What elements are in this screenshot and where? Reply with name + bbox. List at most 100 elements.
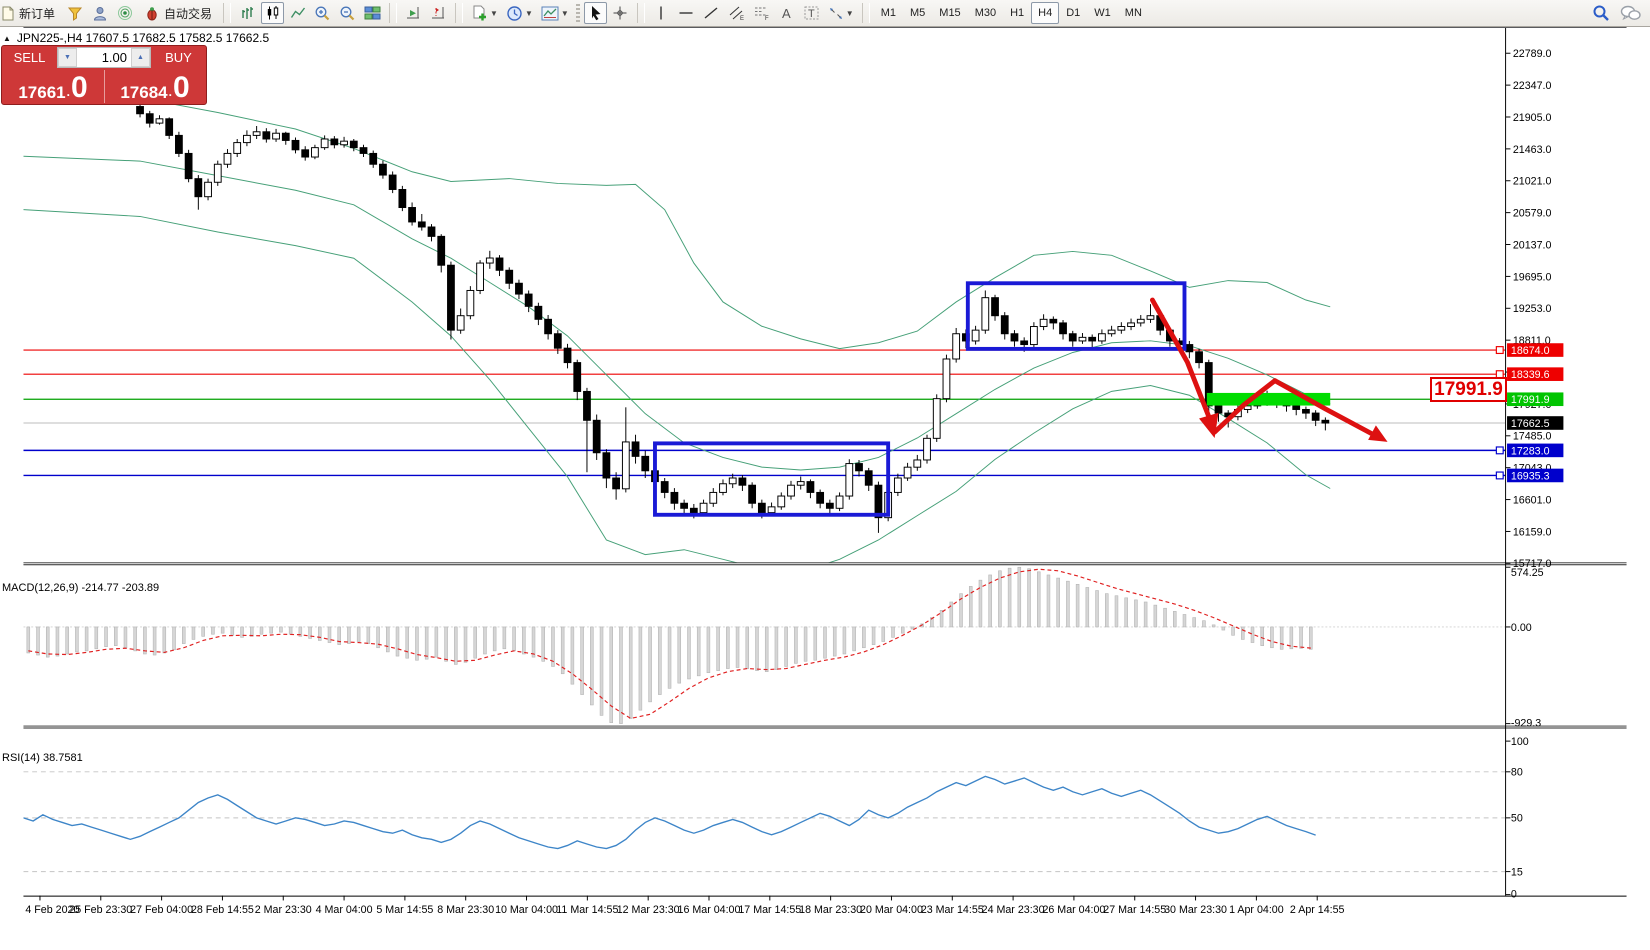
signals-button[interactable]	[113, 2, 136, 24]
volume-decrease-button[interactable]: ▼	[58, 48, 77, 67]
svg-text:17 Mar 14:55: 17 Mar 14:55	[738, 904, 801, 916]
auto-scroll-button[interactable]	[402, 2, 425, 24]
crosshair-icon	[612, 5, 628, 21]
volume-stepper[interactable]: ▼ 1.00 ▲	[57, 47, 151, 68]
horizontal-line-tool-button[interactable]	[675, 2, 698, 24]
panel-toggle-icon[interactable]: ▲	[3, 34, 11, 43]
volume-increase-button[interactable]: ▲	[131, 48, 150, 67]
timeframe-m5[interactable]: M5	[903, 2, 932, 24]
horizontal-line-icon	[678, 6, 694, 20]
svg-text:80: 80	[1511, 767, 1523, 779]
svg-text:27 Feb 04:00: 27 Feb 04:00	[130, 904, 193, 916]
svg-text:E: E	[740, 16, 744, 21]
toolbar-grip	[576, 4, 580, 22]
template-button[interactable]: ▼	[538, 2, 572, 24]
svg-text:25 Feb 23:30: 25 Feb 23:30	[69, 904, 132, 916]
vertical-line-tool-button[interactable]	[650, 2, 673, 24]
label-tool-button[interactable]: T	[800, 2, 823, 24]
expert-advisor-icon	[92, 6, 108, 21]
svg-text:30 Mar 23:30: 30 Mar 23:30	[1164, 904, 1227, 916]
svg-text:17662.5: 17662.5	[1511, 418, 1550, 430]
sell-label: SELL	[2, 46, 57, 69]
arrows-tool-button[interactable]: ▼	[825, 2, 857, 24]
zoom-in-icon	[314, 5, 331, 22]
funnel-icon	[67, 6, 83, 21]
fibonacci-icon: F	[753, 5, 770, 21]
svg-text:4 Mar 04:00: 4 Mar 04:00	[316, 904, 373, 916]
toolbar-separator	[223, 3, 231, 23]
candlestick-chart-button[interactable]	[261, 2, 284, 24]
svg-text:17991.9: 17991.9	[1511, 394, 1550, 406]
chart-shift-button[interactable]	[427, 2, 450, 24]
timeframe-h1[interactable]: H1	[1003, 2, 1031, 24]
timeframe-w1[interactable]: W1	[1087, 2, 1118, 24]
market-watch-button[interactable]	[88, 2, 111, 24]
annotation-price-label[interactable]: 17991.9	[1430, 377, 1507, 402]
zoom-in-button[interactable]	[311, 2, 334, 24]
chart-canvas[interactable]: 22789.022347.021905.021463.021021.020579…	[0, 27, 1650, 950]
toolbar-separator	[389, 3, 397, 23]
text-label-icon: T	[803, 5, 820, 21]
time-axis: 4 Feb 202025 Feb 23:3027 Feb 04:0028 Feb…	[25, 896, 1344, 916]
timeframe-m30[interactable]: M30	[968, 2, 1003, 24]
svg-text:11 Mar 14:55: 11 Mar 14:55	[556, 904, 618, 916]
new-order-button[interactable]: 新订单	[0, 2, 61, 24]
indicators-icon	[541, 6, 559, 21]
auto-scroll-icon	[405, 5, 422, 21]
sell-button[interactable]: 17661 . 0	[2, 69, 104, 104]
volume-value[interactable]: 1.00	[77, 48, 131, 67]
chart-window[interactable]: 22789.022347.021905.021463.021021.020579…	[0, 27, 1650, 950]
timeframe-m15[interactable]: M15	[932, 2, 967, 24]
search-icon[interactable]	[1592, 4, 1610, 22]
svg-text:18 Mar 23:30: 18 Mar 23:30	[799, 904, 862, 916]
equidistant-channel-icon: E	[728, 5, 745, 21]
svg-text:26 Mar 04:00: 26 Mar 04:00	[1042, 904, 1105, 916]
text-tool-button[interactable]: A	[775, 2, 798, 24]
toolbar-separator	[455, 3, 463, 23]
autotrading-icon	[144, 6, 160, 21]
cursor-tool-button[interactable]	[584, 2, 607, 24]
svg-text:16 Mar 04:00: 16 Mar 04:00	[678, 904, 741, 916]
timeframe-d1[interactable]: D1	[1059, 2, 1087, 24]
trendline-tool-button[interactable]	[700, 2, 723, 24]
sell-price: 17661	[18, 84, 65, 101]
svg-text:2 Mar 23:30: 2 Mar 23:30	[255, 904, 312, 916]
svg-text:T: T	[808, 8, 815, 20]
svg-text:23 Mar 14:55: 23 Mar 14:55	[921, 904, 984, 916]
svg-text:18339.6: 18339.6	[1511, 369, 1550, 381]
channel-tool-button[interactable]: E	[725, 2, 748, 24]
chart-title-row: ▲ JPN225-,H4 17607.5 17682.5 17582.5 176…	[3, 31, 269, 45]
svg-text:24 Mar 23:30: 24 Mar 23:30	[982, 904, 1045, 916]
arrows-icon	[828, 6, 844, 21]
chart-title: JPN225-,H4 17607.5 17682.5 17582.5 17662…	[17, 31, 269, 45]
new-order-label: 新订单	[19, 5, 55, 22]
pane-separators	[23, 27, 1626, 896]
timeframe-h4[interactable]: H4	[1031, 2, 1059, 24]
buy-button[interactable]: 17684 . 0	[104, 69, 206, 104]
chart-window-button[interactable]	[63, 2, 86, 24]
svg-text:F: F	[765, 16, 769, 21]
svg-text:0.00: 0.00	[1511, 622, 1532, 634]
sell-price-fraction: 0	[71, 76, 88, 101]
svg-text:15: 15	[1511, 866, 1523, 878]
line-chart-button[interactable]	[286, 2, 309, 24]
bar-chart-icon	[240, 5, 256, 21]
new-chart-button[interactable]: ▼	[468, 2, 501, 24]
tile-windows-button[interactable]	[361, 2, 384, 24]
autotrading-button[interactable]: 自动交易	[138, 2, 218, 24]
chart-shift-icon	[430, 5, 447, 21]
line-chart-icon	[290, 5, 306, 21]
trendline-icon	[703, 5, 719, 21]
periods-button[interactable]: ▼	[503, 2, 536, 24]
chat-icon[interactable]	[1620, 5, 1642, 22]
svg-text:100: 100	[1511, 736, 1529, 748]
svg-text:A: A	[782, 6, 791, 21]
zoom-out-button[interactable]	[336, 2, 359, 24]
crosshair-tool-button[interactable]	[609, 2, 632, 24]
fibonacci-tool-button[interactable]: F	[750, 2, 773, 24]
timeframe-m1[interactable]: M1	[874, 2, 903, 24]
svg-text:10 Mar 04:00: 10 Mar 04:00	[495, 904, 558, 916]
buy-price: 17684	[120, 84, 167, 101]
timeframe-mn[interactable]: MN	[1118, 2, 1149, 24]
bar-chart-button[interactable]	[236, 2, 259, 24]
